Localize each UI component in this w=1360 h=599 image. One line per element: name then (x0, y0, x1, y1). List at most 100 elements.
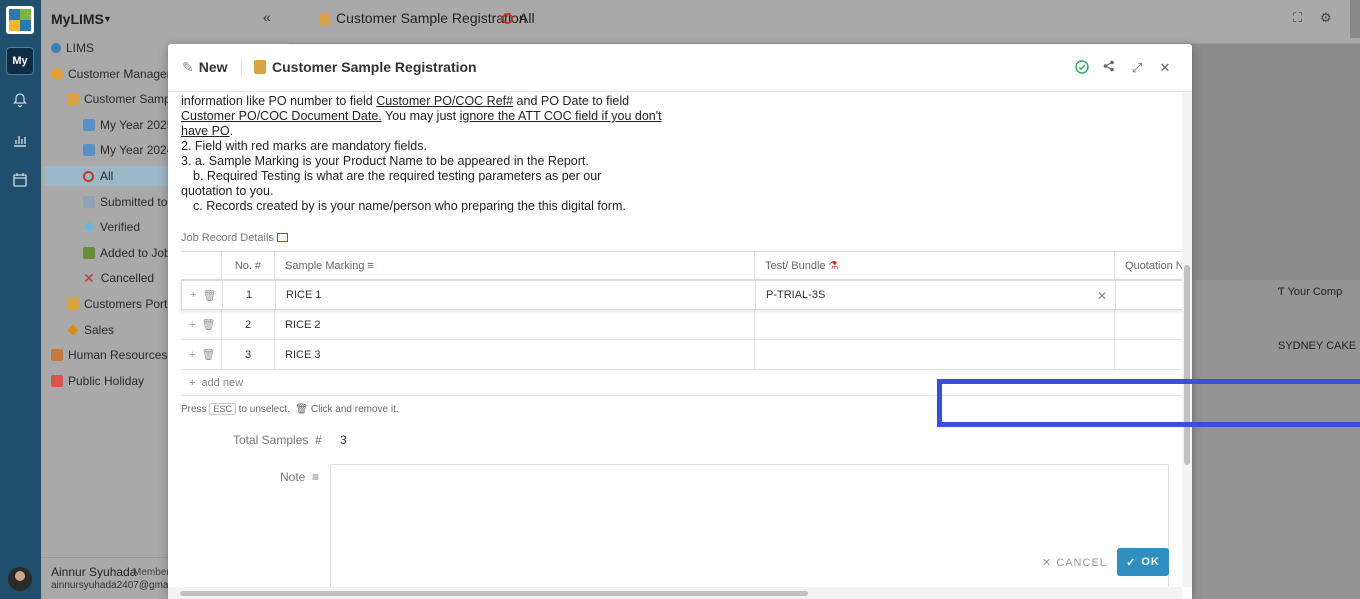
scroll-icon (254, 60, 266, 74)
sidebar-item-cancelled[interactable]: ✕ Cancelled (83, 268, 154, 288)
column-header-sample-marking[interactable]: Sample Marking ≡ (274, 252, 754, 279)
cell-quotation[interactable] (1115, 281, 1182, 309)
user-role: Member (133, 567, 170, 578)
bar-chart-icon (83, 144, 95, 156)
sidebar-item-public-holiday[interactable]: Public Holiday (51, 371, 144, 391)
cell-test-bundle[interactable] (754, 310, 1114, 339)
selection-highlight (937, 379, 1360, 427)
page-title: Customer Sample Registration (320, 10, 527, 26)
scroll-icon (67, 93, 79, 105)
close-icon[interactable]: ✕ (1157, 60, 1173, 76)
text-lines-icon: ≡ (367, 259, 374, 272)
table-row[interactable]: + 🗑 1 RICE 1 P-TRIAL-3S ✕ (181, 280, 1182, 310)
modal-header: ✎ New Customer Sample Registration ⤢ ✕ (168, 44, 1192, 92)
trash-icon: 🗑 (295, 404, 309, 415)
sidebar-item-label: Human Resources (68, 348, 168, 362)
new-record-modal: ✎ New Customer Sample Registration ⤢ ✕ in… (168, 44, 1192, 599)
hash-icon: # (255, 259, 262, 272)
ok-button[interactable]: ✓ OK (1117, 548, 1169, 576)
sidebar-item-my-year-2024[interactable]: My Year 2024 (83, 140, 173, 160)
app-rail: My (0, 0, 41, 599)
sidebar-item-customers-portal[interactable]: Customers Portal (67, 294, 177, 314)
sidebar-item-customer-sample[interactable]: Customer Sample (67, 89, 180, 109)
table-row[interactable]: + 🗑 2 RICE 2 (181, 310, 1182, 340)
brand-title[interactable]: MyLIMS (51, 11, 104, 27)
scroll-thumb[interactable] (180, 591, 808, 596)
column-header-your-company: Ƭ Your Comp (1278, 286, 1343, 298)
my-workspace-button[interactable]: My (6, 47, 34, 75)
table-icon (276, 233, 288, 242)
sidebar-item-my-year-2025[interactable]: My Year 2025 (83, 115, 173, 135)
vertical-scrollbar[interactable] (1182, 92, 1192, 587)
row-actions: + 🗑 (181, 310, 221, 339)
view-selector[interactable]: All (502, 10, 535, 26)
cell-test-bundle[interactable] (754, 340, 1114, 369)
hash-icon: # (315, 433, 322, 447)
total-samples-label: Total Samples # (233, 433, 322, 447)
sidebar-item-human-resources[interactable]: Human Resources (51, 345, 167, 365)
clear-icon[interactable]: ✕ (1097, 289, 1107, 303)
horizontal-scrollbar[interactable] (168, 587, 1182, 599)
sidebar-item-customer-management[interactable]: Customer Managem (51, 64, 177, 84)
job-record-table: No. # Sample Marking ≡ Test/ Bundle ⚗ Qu… (181, 251, 1182, 396)
esc-key: ESC (209, 403, 236, 415)
check-circle-icon[interactable] (1074, 60, 1090, 76)
gear-icon[interactable]: ⚙ (1320, 10, 1332, 26)
modal-body: information like PO number to field Cust… (168, 92, 1182, 587)
cell-sample-marking[interactable]: RICE 1 (275, 281, 755, 309)
cell-quotation[interactable] (1114, 310, 1182, 339)
cell-no: 1 (222, 281, 275, 309)
header-actions (181, 252, 221, 279)
sidebar-item-sales[interactable]: Sales (67, 320, 114, 340)
sidebar-item-label: Verified (100, 220, 141, 234)
cell-quotation[interactable] (1114, 340, 1182, 369)
org-chart-icon[interactable]: ⛶ (1293, 10, 1302, 26)
expand-icon[interactable]: ⤢ (1129, 60, 1145, 76)
calendar-icon (51, 375, 63, 387)
trash-icon[interactable]: 🗑 (201, 348, 215, 361)
background-column (1183, 280, 1360, 599)
cancel-button[interactable]: ✕ CANCEL (1042, 556, 1107, 569)
scroll-thumb[interactable] (1184, 265, 1190, 465)
total-samples-value: 3 (340, 433, 347, 447)
collapse-sidebar-icon[interactable]: « (263, 9, 271, 25)
modal-mode: ✎ New (182, 59, 228, 75)
sidebar-item-label: Cancelled (100, 271, 155, 285)
cell-test-bundle[interactable]: P-TRIAL-3S ✕ (755, 281, 1115, 309)
add-row-icon[interactable]: + (189, 319, 195, 331)
app-logo[interactable] (6, 6, 34, 34)
trash-icon[interactable]: 🗑 (202, 289, 216, 302)
avatar[interactable] (8, 567, 32, 591)
bell-icon[interactable] (10, 90, 30, 110)
modal-title: Customer Sample Registration (254, 59, 477, 75)
cell-sample-marking[interactable]: RICE 3 (274, 340, 754, 369)
sidebar-item-label: Added to Job (100, 246, 171, 260)
table-row[interactable]: + 🗑 3 RICE 3 (181, 340, 1182, 370)
add-row-icon[interactable]: + (190, 289, 196, 301)
row-actions: + 🗑 (182, 281, 222, 309)
add-row-icon[interactable]: + (189, 349, 195, 361)
bar-chart-icon (83, 119, 95, 131)
chart-icon[interactable] (10, 130, 30, 150)
sidebar-item-lims[interactable]: LIMS (51, 38, 94, 58)
table-cell: SYDNEY CAKE (1278, 340, 1357, 352)
column-header-quotation[interactable]: Quotation N (1114, 252, 1182, 279)
share-icon[interactable] (1101, 60, 1117, 76)
caret-down-icon[interactable]: ▼ (103, 14, 112, 24)
column-header-test-bundle[interactable]: Test/ Bundle ⚗ (754, 252, 1114, 279)
scrollbar[interactable] (1350, 0, 1360, 38)
diamond-icon (83, 221, 95, 233)
calendar-icon[interactable] (10, 170, 30, 190)
instructions: information like PO number to field Cust… (181, 94, 662, 213)
sidebar-item-submitted[interactable]: Submitted to (83, 192, 167, 212)
trash-icon[interactable]: 🗑 (201, 318, 215, 331)
check-icon: ✓ (1126, 556, 1137, 569)
plus-icon: + (189, 376, 196, 389)
cell-no: 2 (221, 310, 274, 339)
sidebar-item-added-to-job[interactable]: Added to Job (83, 243, 171, 263)
diamond-icon (67, 324, 79, 336)
cell-sample-marking[interactable]: RICE 2 (274, 310, 754, 339)
sidebar-item-label: LIMS (66, 41, 95, 55)
sidebar-item-verified[interactable]: Verified (83, 217, 140, 237)
column-header-no[interactable]: No. # (221, 252, 274, 279)
